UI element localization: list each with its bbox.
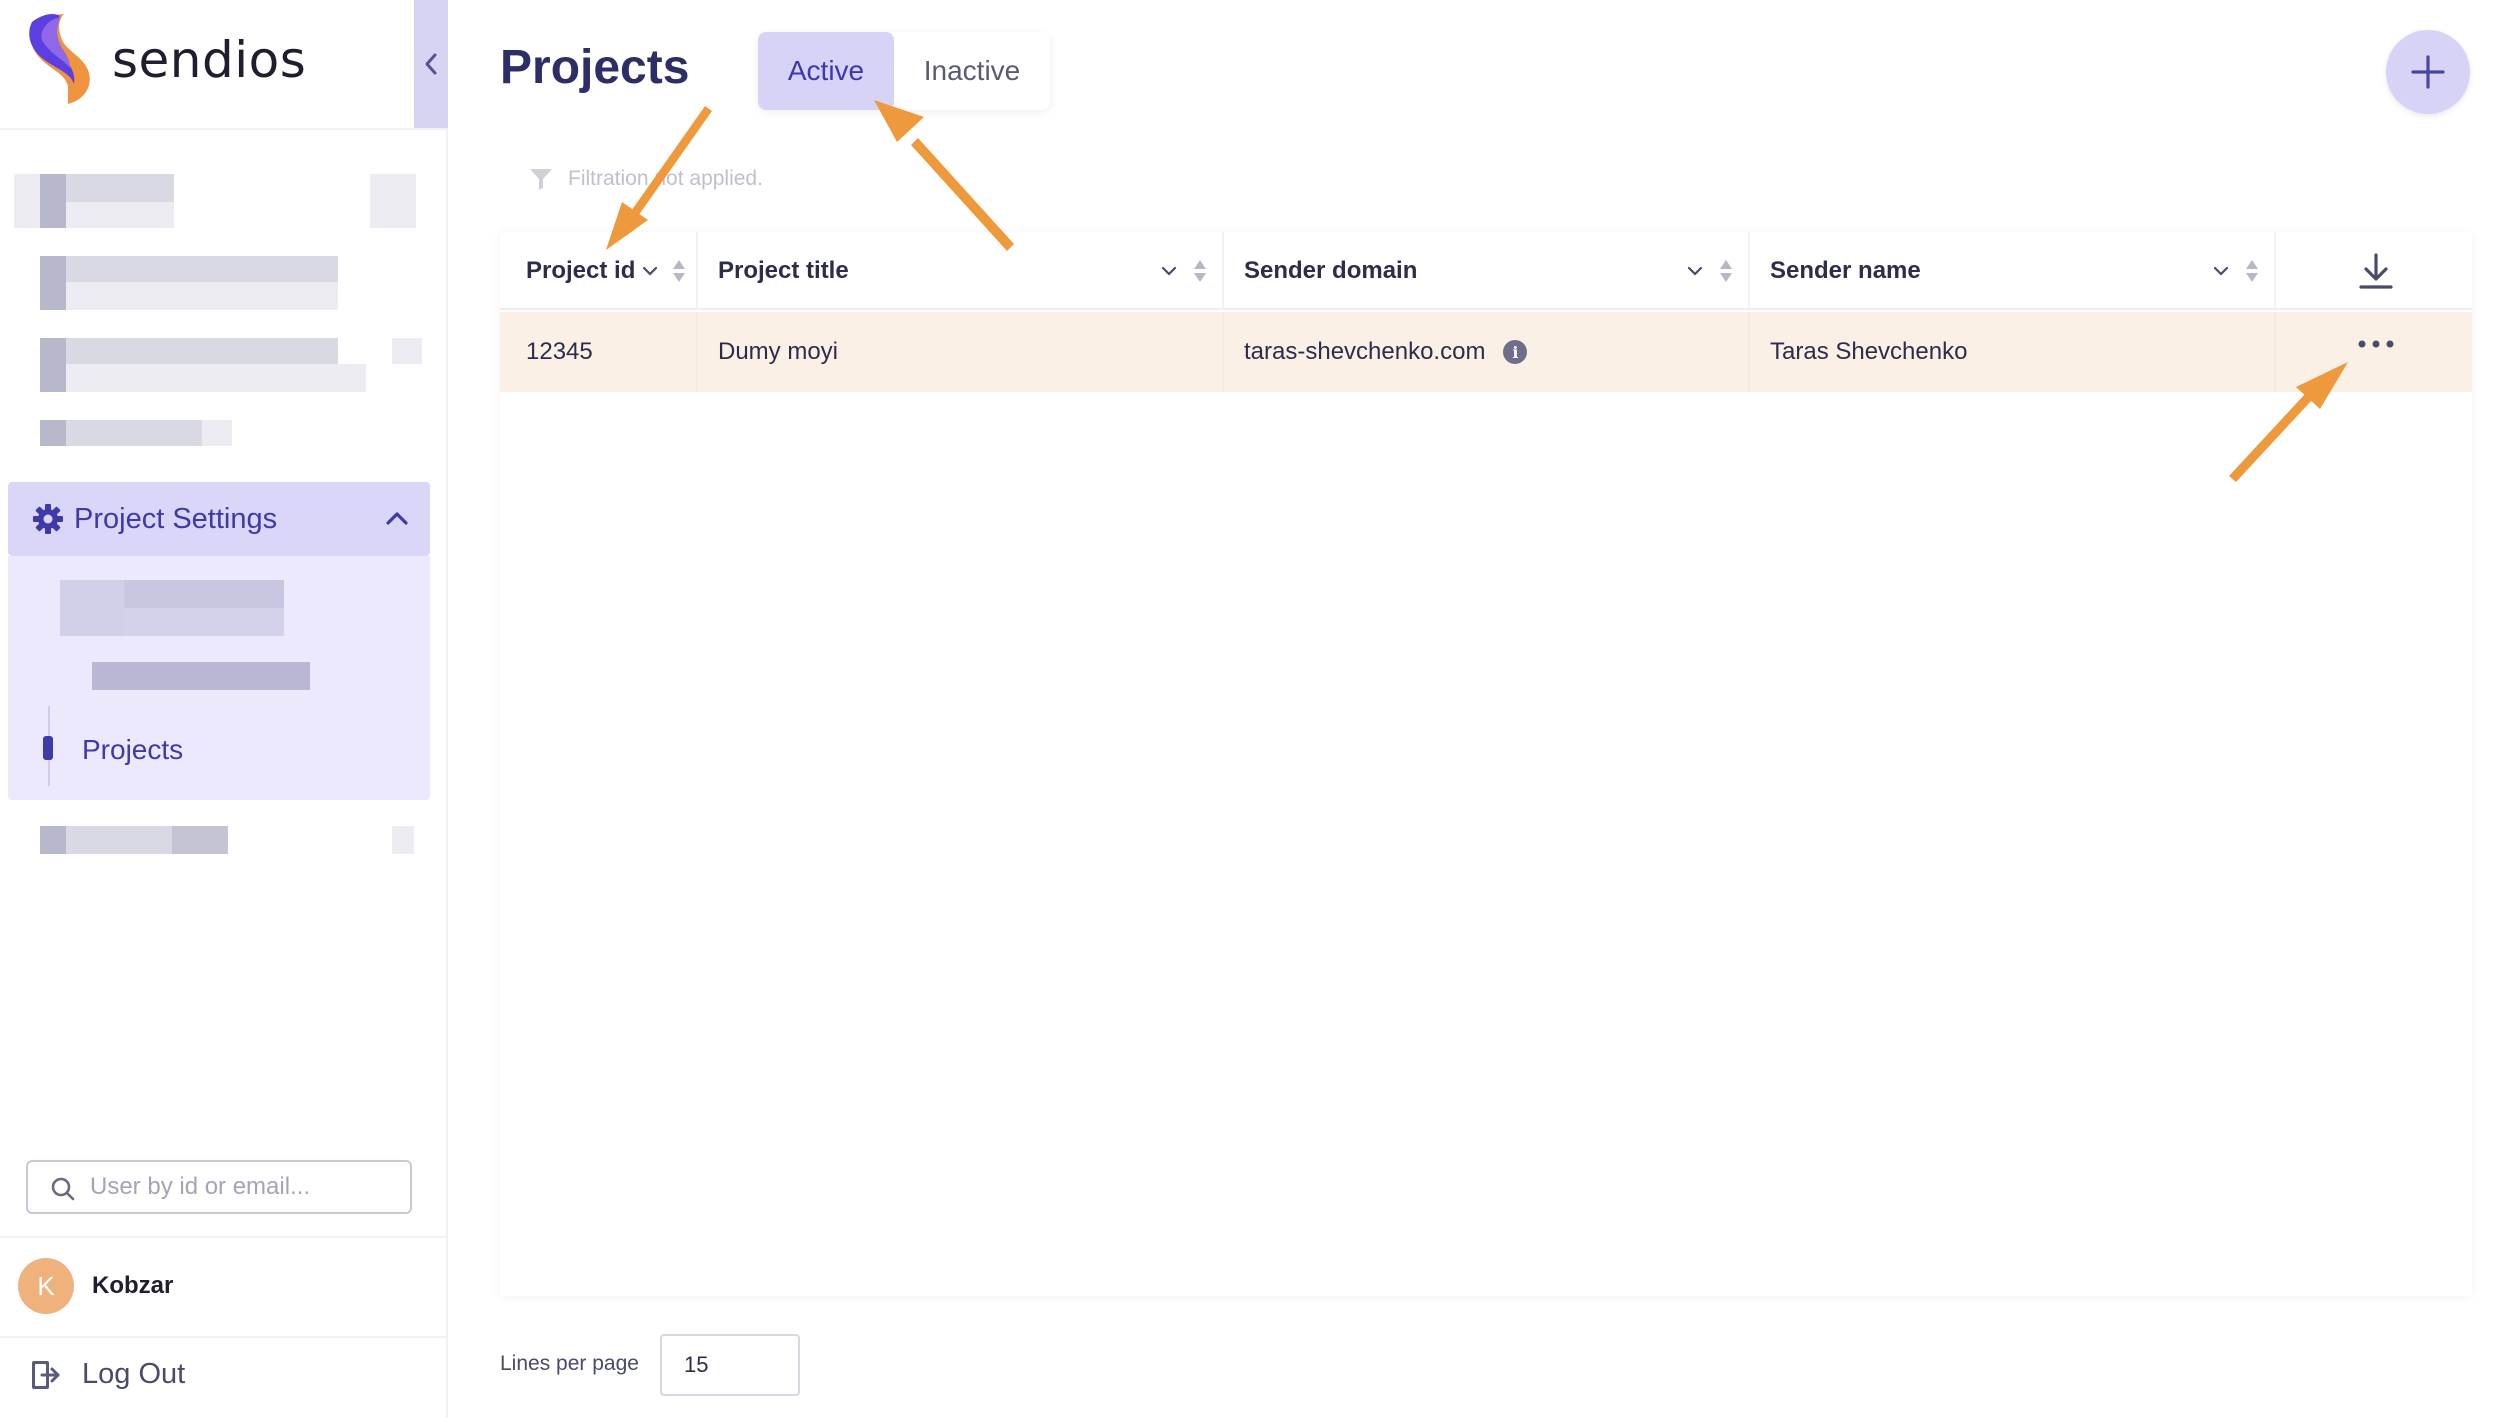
column-divider <box>696 312 698 392</box>
sort-icon[interactable] <box>1192 258 1208 284</box>
brand-name: sendios <box>112 31 307 89</box>
cell-sender-domain: taras-shevchenko.com i <box>1244 312 1528 392</box>
column-label: Sender domain <box>1244 257 1418 284</box>
table-row[interactable]: 12345 Dumy moyi taras-shevchenko.com i T… <box>500 312 2472 392</box>
column-divider <box>696 232 698 310</box>
user-search-field[interactable] <box>26 1160 412 1214</box>
chevron-down-icon[interactable] <box>2212 262 2230 280</box>
avatar: K <box>18 1258 74 1314</box>
search-icon <box>51 1177 75 1201</box>
chevron-down-icon[interactable] <box>1686 262 1704 280</box>
filter-status-text: Filtration not applied. <box>568 167 763 190</box>
lines-per-page-value: 15 <box>684 1352 709 1377</box>
column-header-project-title[interactable]: Project title <box>718 232 1208 310</box>
logout-label: Log Out <box>82 1358 186 1390</box>
sort-icon[interactable] <box>2244 258 2260 284</box>
column-divider <box>2274 312 2276 392</box>
sort-icon[interactable] <box>671 258 687 284</box>
column-label: Sender name <box>1770 257 1921 284</box>
lines-per-page-select[interactable]: 15 <box>660 1334 800 1396</box>
filter-icon <box>530 169 552 190</box>
download-button[interactable] <box>2356 232 2396 310</box>
page-title: Projects <box>500 41 690 94</box>
project-settings-submenu: Projects <box>8 556 430 800</box>
column-divider <box>1222 312 1224 392</box>
sendios-logo-icon <box>29 14 90 104</box>
gear-icon <box>33 504 63 534</box>
chevron-down-icon[interactable] <box>641 262 659 280</box>
project-settings-section-header[interactable]: Project Settings <box>8 482 430 556</box>
table-header: Project id Project title Sender domain S… <box>500 232 2472 310</box>
active-item-marker <box>43 736 53 760</box>
annotation-arrow <box>874 100 1014 251</box>
logout-button[interactable]: Log Out <box>30 1358 185 1391</box>
more-horizontal-icon <box>2358 340 2394 348</box>
divider <box>0 1236 448 1238</box>
logout-icon <box>32 1360 60 1389</box>
sidebar: sendios Project Settings Projects User b… <box>0 0 448 1418</box>
row-actions-button[interactable] <box>2356 334 2396 359</box>
user-search-input[interactable] <box>90 1173 390 1201</box>
logo[interactable]: sendios <box>24 12 306 108</box>
cell-project-title: Dumy moyi <box>718 338 839 365</box>
column-label: Project title <box>718 257 849 284</box>
lines-per-page-label: Lines per page <box>500 1352 639 1375</box>
status-tabs: Active Inactive <box>758 32 1050 110</box>
column-header-project-id[interactable]: Project id <box>526 232 696 310</box>
chevron-down-icon[interactable] <box>1160 262 1178 280</box>
chevron-left-icon <box>425 53 437 75</box>
user-name: Kobzar <box>92 1272 174 1299</box>
filter-status: Filtration not applied. <box>528 166 763 192</box>
column-label: Project id <box>526 257 636 284</box>
cell-sender-name: Taras Shevchenko <box>1770 338 1968 365</box>
sort-icon[interactable] <box>1718 258 1734 284</box>
column-header-sender-name[interactable]: Sender name <box>1770 232 2260 310</box>
download-icon <box>2359 253 2393 289</box>
column-divider <box>1222 232 1224 310</box>
cell-project-id: 12345 <box>526 338 593 365</box>
chevron-up-icon <box>386 512 408 525</box>
tab-inactive[interactable]: Inactive <box>894 32 1050 110</box>
current-user[interactable]: K Kobzar <box>18 1258 173 1314</box>
project-settings-label: Project Settings <box>74 502 278 535</box>
column-divider <box>1748 232 1750 310</box>
sidebar-item-projects[interactable]: Projects <box>82 734 183 766</box>
tab-active[interactable]: Active <box>758 32 894 110</box>
projects-table: Project id Project title Sender domain S… <box>500 232 2472 1296</box>
sender-domain-text: taras-shevchenko.com <box>1244 338 1486 365</box>
plus-icon <box>2411 55 2445 89</box>
column-header-sender-domain[interactable]: Sender domain <box>1244 232 1734 310</box>
divider <box>0 1336 448 1338</box>
add-project-button[interactable] <box>2386 30 2470 114</box>
logo-divider <box>0 128 448 130</box>
column-divider <box>1748 312 1750 392</box>
column-divider <box>2274 232 2276 310</box>
info-icon[interactable]: i <box>1503 340 1528 364</box>
collapse-sidebar-button[interactable] <box>414 0 448 128</box>
